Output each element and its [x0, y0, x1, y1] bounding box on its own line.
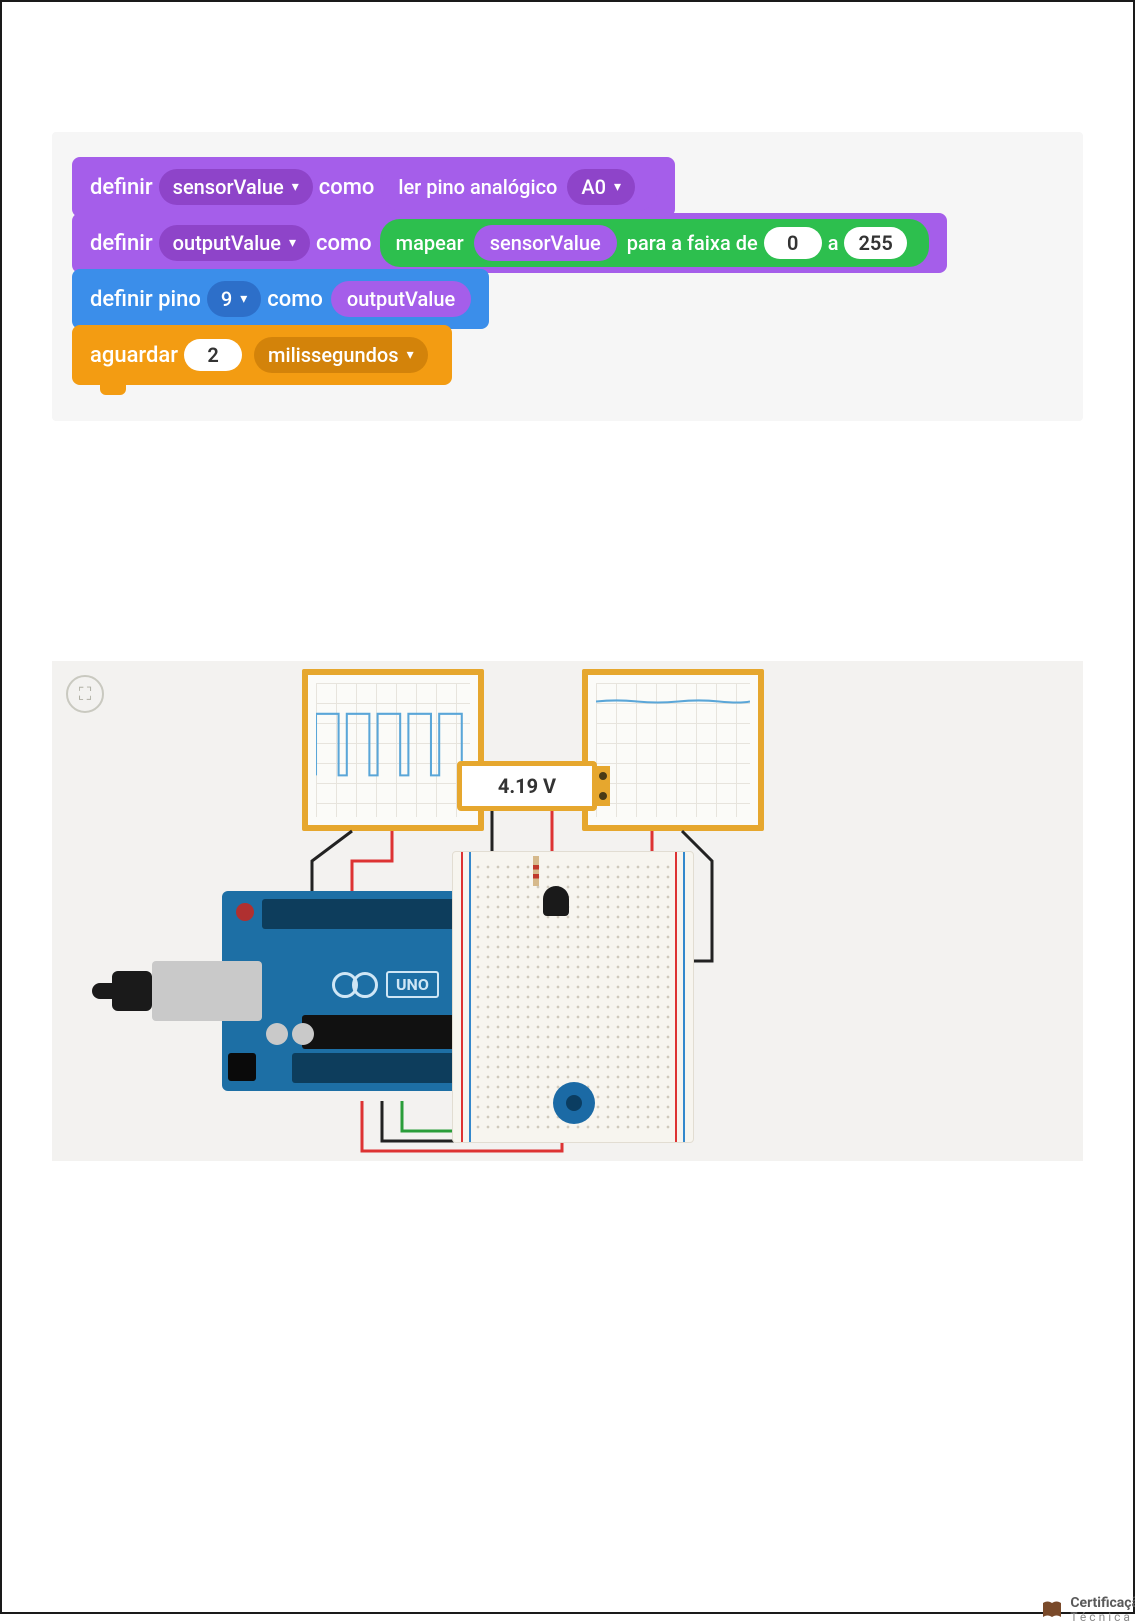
power-jack: [228, 1053, 256, 1081]
input-wait-value[interactable]: 2: [184, 339, 242, 371]
power-rail-pos: [461, 852, 463, 1142]
reset-button[interactable]: [236, 903, 254, 921]
voltmeter-ports: [596, 766, 610, 806]
arduino-logo: UNO: [332, 971, 439, 998]
voltmeter[interactable]: 4.19 V: [457, 761, 597, 811]
power-rail-pos: [675, 852, 677, 1142]
label-aguardar: aguardar: [90, 343, 178, 368]
chevron-down-icon: ▾: [407, 347, 414, 363]
power-rail-neg: [469, 852, 471, 1142]
dropdown-time-unit[interactable]: milissegundos▾: [254, 337, 428, 373]
block-wait[interactable]: aguardar 2 milissegundos▾: [72, 325, 452, 385]
code-blocks-area: definir sensorValue▾ como ler pino analó…: [52, 132, 1083, 421]
scope-wave-pwm: [316, 683, 470, 816]
voltmeter-reading: 4.19 V: [498, 774, 556, 798]
input-range-from[interactable]: 0: [764, 227, 822, 259]
transistor[interactable]: [543, 886, 569, 916]
label-range-to: para a faixa de: [627, 231, 758, 255]
fullscreen-button[interactable]: ⛶: [66, 675, 104, 713]
block-set-pin[interactable]: definir pino 9▾ como outputValue: [72, 269, 489, 329]
dropdown-variable-sensorvalue[interactable]: sensorValue▾: [159, 169, 313, 205]
label-definir: definir: [90, 175, 153, 200]
dropdown-variable-outputvalue[interactable]: outputValue▾: [159, 225, 310, 261]
arg-outputvalue[interactable]: outputValue: [331, 281, 471, 317]
usb-cable: [152, 961, 262, 1021]
power-rail-neg: [683, 852, 685, 1142]
chevron-down-icon: ▾: [289, 235, 296, 251]
block-set-sensorvalue[interactable]: definir sensorValue▾ como ler pino analó…: [72, 157, 675, 217]
label-definir: definir: [90, 231, 153, 256]
chevron-down-icon: ▾: [292, 179, 299, 195]
label-como: como: [316, 231, 372, 256]
dropdown-digital-pin[interactable]: 9▾: [207, 281, 261, 317]
breadboard[interactable]: [452, 851, 694, 1143]
label-como: como: [267, 287, 323, 312]
scope-wave-flat: [596, 683, 750, 816]
input-range-to[interactable]: 255: [844, 227, 906, 259]
potentiometer[interactable]: [553, 1082, 595, 1124]
expand-icon: ⛶: [79, 684, 92, 705]
block-read-analog-pin[interactable]: ler pino analógico A0▾: [382, 163, 657, 211]
document-page: definir sensorValue▾ como ler pino analó…: [0, 0, 1135, 1614]
block-map[interactable]: mapear sensorValue para a faixa de 0 a 2…: [380, 219, 929, 267]
book-icon: [1040, 1598, 1064, 1622]
resistor[interactable]: [533, 856, 539, 886]
certification-watermark: Certificação Técnica: [1040, 1596, 1135, 1624]
atmega-chip: [302, 1015, 462, 1049]
chevron-down-icon: ▾: [614, 179, 621, 195]
capacitor-icon: [292, 1023, 314, 1045]
capacitor-icon: [266, 1023, 288, 1045]
label-como: como: [319, 175, 375, 200]
arg-sensorvalue[interactable]: sensorValue: [474, 225, 617, 261]
circuit-simulator-area: ⛶ 4.19 V: [52, 661, 1083, 1161]
dropdown-analog-pin[interactable]: A0▾: [567, 169, 635, 205]
label-a: a: [828, 231, 839, 255]
oscilloscope-right[interactable]: [582, 669, 764, 831]
block-set-outputvalue[interactable]: definir outputValue▾ como mapear sensorV…: [72, 213, 947, 273]
digital-headers: [262, 899, 482, 929]
chevron-down-icon: ▾: [240, 291, 247, 307]
label-definir-pino: definir pino: [90, 287, 201, 312]
